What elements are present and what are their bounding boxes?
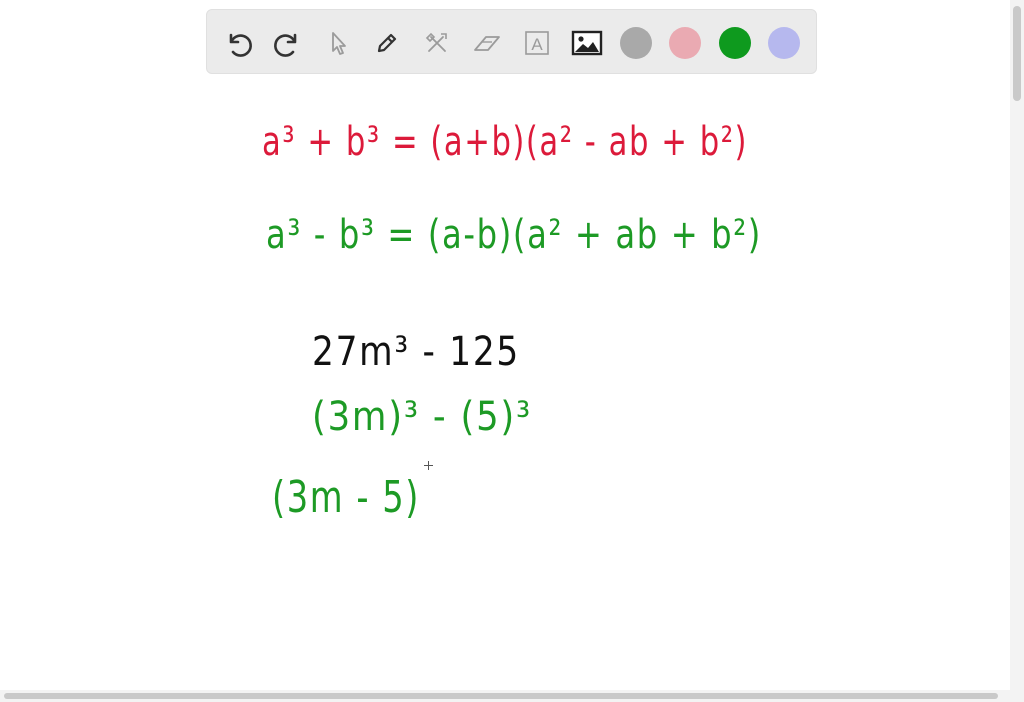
crosshair-cursor-icon xyxy=(424,461,433,470)
redo-icon xyxy=(274,33,297,57)
color-swatch-gray[interactable] xyxy=(620,27,652,59)
problem-expression: 27m³ - 125 xyxy=(312,329,520,375)
drawing-toolbar: A xyxy=(206,9,817,74)
color-swatch-green[interactable] xyxy=(719,27,751,59)
horizontal-scroll-thumb[interactable] xyxy=(4,693,998,699)
factor-partial: (3m - 5) xyxy=(272,472,420,523)
vertical-scroll-thumb[interactable] xyxy=(1013,6,1021,101)
tools-icon xyxy=(425,32,447,52)
text-icon: A xyxy=(525,31,549,55)
select-tool-button[interactable] xyxy=(320,25,356,61)
undo-icon xyxy=(229,33,252,57)
eraser-tool-button[interactable] xyxy=(469,25,505,61)
pen-icon xyxy=(377,33,397,53)
difference-of-cubes-formula: a³ - b³ = (a-b)(a² + ab + b²) xyxy=(266,212,762,258)
text-tool-label: A xyxy=(531,35,543,54)
image-icon xyxy=(571,30,603,56)
color-swatch-pink[interactable] xyxy=(669,27,701,59)
rewritten-as-cubes: (3m)³ - (5)³ xyxy=(312,394,532,440)
vertical-scrollbar[interactable] xyxy=(1010,0,1024,690)
select-arrow-icon xyxy=(332,32,346,55)
image-tool-button[interactable] xyxy=(569,25,605,61)
redo-button[interactable] xyxy=(270,25,306,61)
text-tool-button[interactable]: A xyxy=(519,25,555,61)
undo-button[interactable] xyxy=(220,25,256,61)
eraser-icon xyxy=(474,36,500,51)
horizontal-scrollbar[interactable] xyxy=(0,690,1024,702)
sum-of-cubes-formula: a³ + b³ = (a+b)(a² - ab + b²) xyxy=(262,119,748,165)
handwriting-layer: a³ + b³ = (a+b)(a² - ab + b²) a³ - b³ = … xyxy=(262,119,762,523)
tools-button[interactable] xyxy=(419,25,455,61)
color-swatch-lavender[interactable] xyxy=(768,27,800,59)
whiteboard-canvas[interactable]: a³ + b³ = (a+b)(a² - ab + b²) a³ - b³ = … xyxy=(0,80,1010,688)
pen-tool-button[interactable] xyxy=(369,25,405,61)
